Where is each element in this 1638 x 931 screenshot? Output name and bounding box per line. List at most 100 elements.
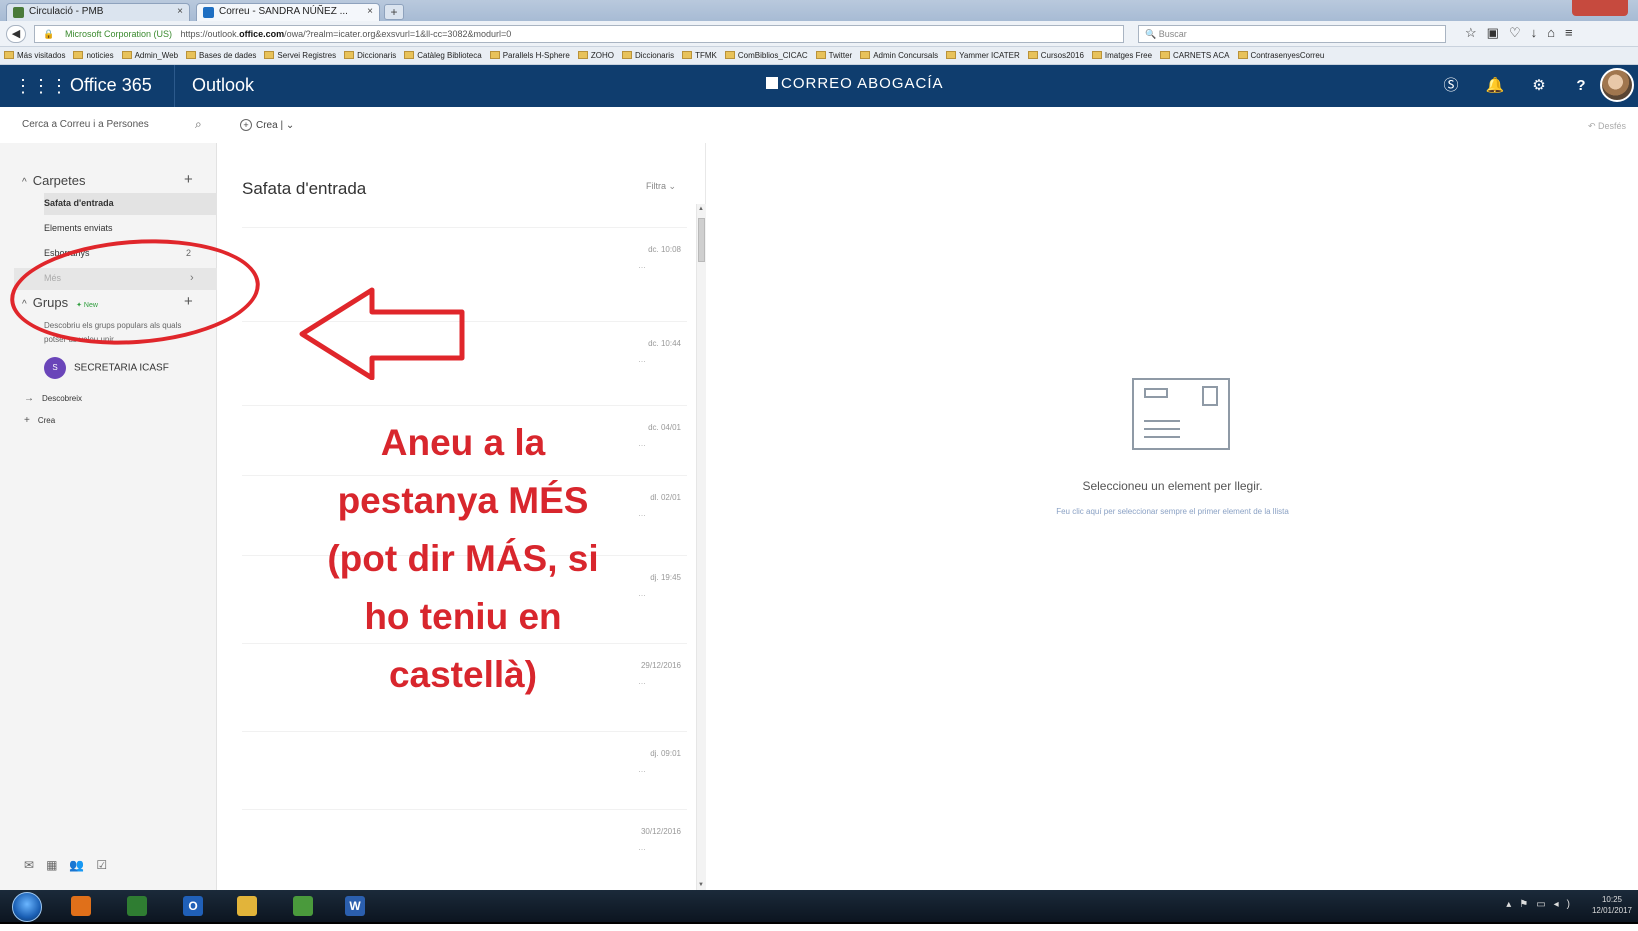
people-icon[interactable]: 👥 (69, 858, 96, 872)
bookmark-item[interactable]: Parallels H-Sphere (489, 51, 570, 60)
bookmark-item[interactable]: noticies (73, 51, 114, 60)
home-icon[interactable]: ⌂ (1547, 25, 1565, 40)
star-icon[interactable]: ☆ (1465, 25, 1487, 40)
suite-title[interactable]: Office 365 (70, 75, 152, 96)
undo-button[interactable]: ↶ Desfés (1588, 121, 1626, 132)
help-icon[interactable]: ? (1570, 75, 1592, 97)
start-button[interactable] (12, 892, 42, 922)
bookmark-item[interactable]: Servei Registres (264, 51, 336, 60)
bookmark-item[interactable]: Yammer ICATER (946, 51, 1020, 60)
browser-search-field[interactable]: 🔍 Buscar (1138, 25, 1446, 43)
scroll-down-icon[interactable]: ▼ (698, 882, 704, 888)
bookmark-item[interactable]: Bases de dades (186, 51, 256, 60)
chevron-right-icon: › (190, 272, 194, 284)
message-list-scrollbar[interactable]: ▲ ▼ (696, 204, 706, 890)
add-folder-button[interactable]: + (184, 171, 193, 188)
gear-icon[interactable]: ⚙ (1528, 75, 1550, 97)
calendar-icon[interactable]: ▦ (46, 858, 69, 872)
discover-groups-link[interactable]: → Descobreix (24, 393, 82, 404)
search-icon[interactable]: ⌕ (195, 117, 202, 132)
message-date[interactable]: dl. 02/01 (650, 493, 681, 502)
message-preview-snippet[interactable]: … (638, 677, 646, 686)
clipboard-icon[interactable]: ▣ (1487, 25, 1509, 40)
bookmark-item[interactable]: Admin_Web (121, 51, 178, 60)
filter-dropdown[interactable]: Filtra ⌄ (646, 181, 676, 192)
message-preview-snippet[interactable]: … (638, 765, 646, 774)
chevron-down-icon: ⌄ (668, 181, 677, 191)
word-taskbar-button[interactable]: W (336, 893, 374, 920)
bookmark-item[interactable]: Catàleg Biblioteca (404, 51, 482, 60)
message-date[interactable]: dj. 09:01 (650, 749, 681, 758)
bell-icon[interactable]: 🔔 (1484, 75, 1506, 97)
folders-header[interactable]: ^ Carpetes (22, 173, 85, 188)
tray-expand-icon[interactable]: ▴ (1506, 899, 1519, 910)
message-preview-snippet[interactable]: … (638, 843, 646, 852)
mail-icon[interactable]: ✉ (24, 858, 46, 872)
bookmark-item[interactable]: Imatges Free (1091, 51, 1152, 60)
bookmark-item[interactable]: TFMK (682, 51, 717, 60)
folder-sent[interactable]: Elements enviats (44, 218, 217, 240)
message-preview-snippet[interactable]: … (638, 355, 646, 364)
groups-header[interactable]: ^ Grups ✦ New (22, 295, 98, 310)
media-center-taskbar-button[interactable] (118, 893, 156, 920)
flag-icon[interactable]: ⚑ (1519, 899, 1536, 910)
message-preview-snippet[interactable]: … (638, 439, 646, 448)
bookmark-item[interactable]: Twitter (815, 51, 853, 60)
skype-icon[interactable]: Ⓢ (1440, 75, 1462, 97)
message-preview-snippet[interactable]: … (638, 261, 646, 270)
tasks-icon[interactable]: ☑ (96, 858, 119, 872)
message-preview-snippet[interactable]: … (638, 589, 646, 598)
close-icon[interactable]: × (367, 6, 373, 17)
tab-circulacio[interactable]: Circulació - PMB × (6, 3, 190, 21)
bookmark-item[interactable]: ContrasenyesCorreu (1237, 51, 1324, 60)
close-icon[interactable]: × (177, 6, 183, 17)
scroll-thumb[interactable] (698, 218, 705, 262)
message-date[interactable]: dj. 19:45 (650, 573, 681, 582)
folder-more[interactable]: Més › (14, 268, 217, 290)
system-clock[interactable]: 10:25 12/01/2017 (1592, 894, 1632, 916)
window-close-button[interactable] (1572, 0, 1628, 16)
bookmark-item[interactable]: Más visitados (4, 51, 65, 60)
message-date[interactable]: 29/12/2016 (641, 661, 681, 670)
tab-correu[interactable]: Correu - SANDRA NÚÑEZ ... × (196, 3, 380, 21)
folder-inbox[interactable]: Safata d'entrada (44, 193, 217, 215)
message-date[interactable]: dc. 10:08 (648, 245, 681, 254)
chevron-down-icon[interactable]: | ⌄ (280, 120, 294, 131)
create-group-link[interactable]: + Crea (24, 415, 55, 426)
explorer-taskbar-button[interactable] (228, 893, 266, 920)
bookmark-item[interactable]: Diccionaris (621, 51, 674, 60)
address-bar[interactable]: 🔒 Microsoft Corporation (US) https://out… (34, 25, 1124, 43)
bookmark-item[interactable]: ZOHO (577, 51, 614, 60)
back-arrow-icon[interactable]: ◀ (6, 25, 26, 43)
bottom-border (0, 922, 1638, 931)
firefox-taskbar-button[interactable] (62, 893, 100, 920)
folder-drafts[interactable]: Esborranys 2 (44, 243, 217, 265)
message-preview-snippet[interactable]: … (638, 509, 646, 518)
bookmark-item[interactable]: Cursos2016 (1027, 51, 1084, 60)
chrome-taskbar-button[interactable] (284, 893, 322, 920)
bookmark-item[interactable]: ComBiblios_CICAC (724, 51, 808, 60)
app-title[interactable]: Outlook (192, 75, 254, 96)
download-icon[interactable]: ↓ (1531, 25, 1548, 40)
bookmark-label: Twitter (828, 51, 853, 60)
app-launcher-icon[interactable]: ⋮⋮⋮ (14, 76, 68, 96)
mail-search-input[interactable]: Cerca a Correu i a Persones (12, 115, 212, 135)
menu-icon[interactable]: ≡ (1565, 25, 1583, 40)
bookmark-item[interactable]: Diccionaris (344, 51, 396, 60)
network-icon[interactable]: ▭ (1536, 899, 1553, 910)
scroll-up-icon[interactable]: ▲ (698, 206, 704, 212)
avatar[interactable] (1600, 68, 1634, 102)
add-group-button[interactable]: + (184, 293, 193, 310)
volume-icon[interactable]: ◂) (1554, 899, 1578, 910)
bookmark-item[interactable]: Admin Concursals (860, 51, 938, 60)
bookmark-item[interactable]: CARNETS ACA (1160, 51, 1230, 60)
message-date[interactable]: dc. 10:44 (648, 339, 681, 348)
new-tab-button[interactable]: + (384, 4, 404, 20)
select-first-item-link[interactable]: Feu clic aquí per seleccionar sempre el … (707, 507, 1638, 516)
new-button[interactable]: + Crea | ⌄ (240, 119, 294, 131)
outlook-taskbar-button[interactable]: O (174, 893, 212, 920)
group-item-secretaria[interactable]: S SECRETARIA ICASF (44, 357, 169, 379)
message-date[interactable]: dc. 04/01 (648, 423, 681, 432)
message-date[interactable]: 30/12/2016 (641, 827, 681, 836)
pocket-icon[interactable]: ♡ (1509, 25, 1531, 40)
